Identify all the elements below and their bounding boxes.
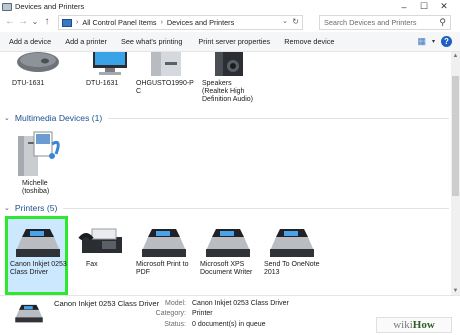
printer-item-send-to-onenote[interactable]: Send To OneNote 2013 — [262, 225, 322, 277]
address-row: ← → ⌄ ↑ › All Control Panel Items › Devi… — [0, 13, 460, 32]
address-dropdown-icon[interactable]: ⌄ — [282, 17, 288, 25]
minimize-button[interactable]: – — [394, 1, 414, 12]
group-title: Multimedia Devices (1) — [14, 113, 103, 123]
monitor-icon — [93, 52, 127, 75]
window-title: Devices and Printers — [15, 2, 85, 11]
breadcrumb-separator: › — [76, 19, 79, 26]
device-label: Microsoft XPS Document Writer — [200, 261, 253, 277]
remove-device-button[interactable]: Remove device — [284, 37, 334, 46]
device-label: OHGUSTO1990-P C — [136, 80, 194, 96]
computer-tower-icon — [151, 52, 181, 76]
device-label: Microsoft Print to PDF — [136, 261, 189, 277]
breadcrumb-control-panel-items[interactable]: All Control Panel Items — [82, 18, 156, 27]
command-bar: Add a device Add a printer See what's pr… — [0, 32, 460, 52]
add-printer-button[interactable]: Add a printer — [65, 37, 107, 46]
device-label: Fax — [86, 261, 98, 268]
scroll-up-icon[interactable]: ▲ — [451, 52, 460, 60]
close-button[interactable]: ✕ — [434, 1, 454, 12]
search-icon[interactable]: ⚲ — [439, 17, 446, 28]
device-label: Canon Inkjet 0253 Class Driver — [10, 261, 67, 277]
up-arrow-icon[interactable]: ↑ — [42, 16, 52, 28]
wikihow-watermark: wiki How — [376, 317, 452, 333]
printer-icon — [15, 304, 43, 323]
window-controls: – ☐ ✕ — [394, 1, 454, 12]
view-options: ▦ ▾ ? — [411, 36, 452, 47]
watermark-how: How — [412, 319, 435, 331]
group-title: Printers (5) — [14, 203, 58, 213]
vertical-scrollbar[interactable]: ▲ ▼ — [451, 52, 460, 295]
collapse-chevron-icon[interactable]: ⌄ — [4, 114, 10, 122]
device-label: DTU-1631 — [86, 80, 119, 87]
breadcrumb-devices-and-printers[interactable]: Devices and Printers — [167, 18, 234, 27]
printer-item-fax[interactable]: Fax — [72, 225, 132, 269]
forward-arrow-icon[interactable]: → — [18, 16, 28, 28]
device-label: Michelle (toshiba) — [22, 180, 50, 196]
address-bar[interactable]: › All Control Panel Items › Devices and … — [58, 15, 303, 30]
mouse-icon — [17, 52, 59, 72]
add-device-button[interactable]: Add a device — [9, 37, 51, 46]
view-dropdown-icon[interactable]: ▾ — [432, 38, 435, 45]
device-item[interactable]: DTU-1631 — [8, 52, 68, 88]
print-server-properties-button[interactable]: Print server properties — [198, 37, 270, 46]
scroll-down-icon[interactable]: ▼ — [451, 287, 460, 295]
device-label: DTU-1631 — [12, 80, 45, 87]
device-item[interactable]: Speakers (Realtek High Definition Audio) — [198, 52, 258, 105]
breadcrumb-separator: › — [160, 19, 163, 26]
status-value: 0 document(s) in queue — [192, 321, 266, 328]
device-item[interactable]: Michelle (toshiba) — [8, 130, 68, 196]
see-whats-printing-button[interactable]: See what's printing — [121, 37, 182, 46]
search-input[interactable]: Search Devices and Printers ⚲ — [319, 15, 451, 30]
details-pane: Canon Inkjet 0253 Class Driver Model: Ca… — [0, 295, 460, 335]
watermark-wiki: wiki — [393, 319, 413, 331]
help-icon[interactable]: ? — [441, 36, 452, 47]
media-server-icon — [18, 131, 60, 176]
scrollbar-thumb[interactable] — [452, 76, 459, 196]
group-divider — [108, 117, 449, 119]
devices-content-area: DTU-1631 DTU-1631 OHGUSTO1990-P C Speake… — [0, 52, 451, 295]
maximize-button[interactable]: ☐ — [414, 1, 434, 12]
device-item[interactable]: OHGUSTO1990-P C — [136, 52, 196, 96]
printers-group-header[interactable]: ⌄ Printers (5) — [4, 203, 449, 213]
device-label: Speakers (Realtek High Definition Audio) — [202, 80, 253, 104]
multimedia-group-header[interactable]: ⌄ Multimedia Devices (1) — [4, 113, 449, 123]
devices-app-icon — [2, 2, 12, 11]
category-value: Printer — [192, 310, 213, 317]
title-bar: Devices and Printers – ☐ ✕ — [0, 0, 460, 13]
status-label: Status: — [164, 321, 186, 328]
recent-locations-icon[interactable]: ⌄ — [30, 16, 40, 28]
printer-item-xps-writer[interactable]: Microsoft XPS Document Writer — [198, 225, 258, 277]
view-options-icon[interactable]: ▦ — [417, 36, 426, 47]
back-arrow-icon[interactable]: ← — [5, 16, 15, 28]
printer-icon — [206, 229, 250, 257]
group-divider — [63, 207, 449, 209]
search-placeholder: Search Devices and Printers — [324, 18, 417, 27]
device-label: Send To OneNote 2013 — [264, 261, 320, 277]
collapse-chevron-icon[interactable]: ⌄ — [4, 204, 10, 212]
printer-icon — [270, 229, 314, 257]
device-item[interactable]: DTU-1631 — [80, 52, 140, 88]
refresh-icon[interactable]: ↻ — [292, 17, 299, 26]
printer-item-print-to-pdf[interactable]: Microsoft Print to PDF — [134, 225, 194, 277]
printer-item-canon[interactable]: Canon Inkjet 0253 Class Driver — [8, 225, 68, 277]
model-value: Canon Inkjet 0253 Class Driver — [192, 300, 289, 307]
printer-icon — [16, 229, 60, 257]
model-label: Model: — [164, 300, 186, 307]
fax-icon — [78, 228, 122, 253]
speaker-icon — [215, 52, 243, 76]
printer-icon — [142, 229, 186, 257]
control-panel-icon — [62, 18, 72, 27]
category-label: Category: — [155, 310, 186, 317]
